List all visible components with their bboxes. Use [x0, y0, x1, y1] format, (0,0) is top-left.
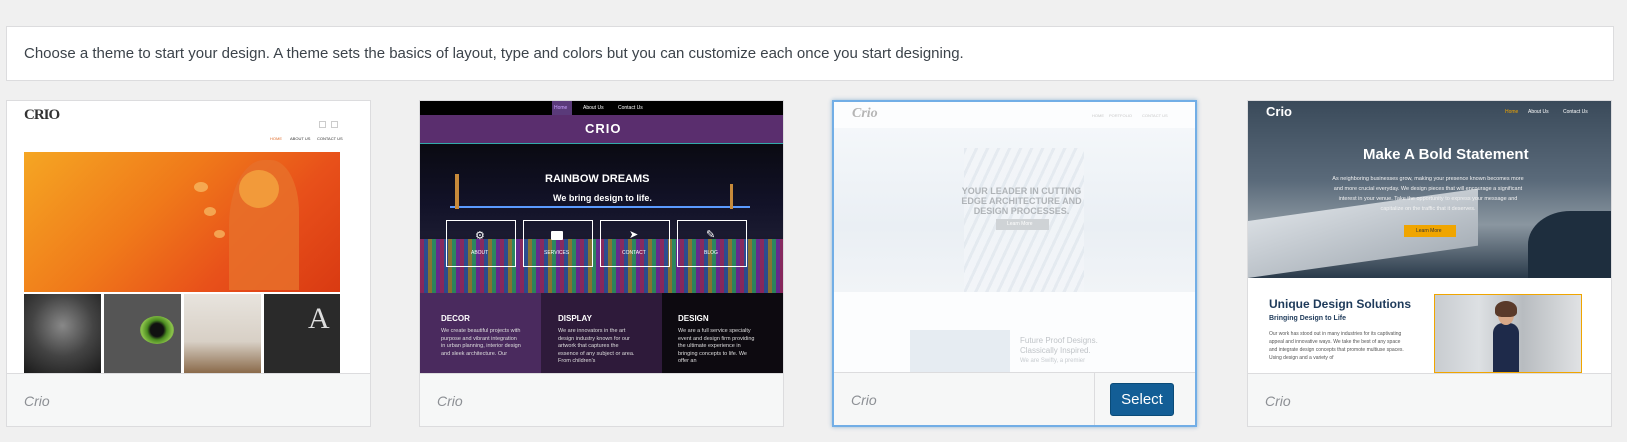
nav-home: Home — [1505, 109, 1519, 115]
hero-button: Learn More — [996, 219, 1049, 230]
column-text: We are a full service specialty event an… — [678, 328, 755, 364]
column-design: DESIGN We are a full service specialty e… — [662, 293, 783, 373]
tile-services: SERVICES — [523, 220, 593, 267]
nav-home: HOME — [270, 136, 282, 141]
gallery-image-dining — [184, 294, 261, 373]
gallery-image-cat — [104, 294, 181, 373]
column-title: DESIGN — [678, 314, 709, 323]
theme-preview-2[interactable]: Home About Us Contact Us CRIO RAINBOW DR… — [420, 101, 783, 373]
hero-image — [24, 152, 340, 292]
theme-card-3[interactable]: Crio HOME PORTFOLIO CONTACT US YOUR LEAD… — [832, 100, 1197, 427]
theme-card-footer: Crio Select — [834, 372, 1195, 425]
hero-button-label: Learn More — [1007, 221, 1033, 227]
section-subtitle: Bringing Design to Life — [1269, 315, 1346, 322]
nav-portfolio: PORTFOLIO — [1109, 113, 1133, 118]
hero-title: YOUR LEADER IN CUTTING EDGE ARCHITECTURE… — [961, 186, 1082, 216]
tile-label: BLOG — [704, 250, 718, 256]
theme-preview-3[interactable]: Crio HOME PORTFOLIO CONTACT US YOUR LEAD… — [834, 102, 1195, 374]
nav-contact: Contact Us — [618, 105, 643, 111]
theme-card-footer: Crio — [420, 373, 783, 426]
nav-about: About Us — [1528, 109, 1549, 115]
hero-subtitle: We bring design to life. — [553, 193, 652, 203]
nav-contact: Contact Us — [1563, 109, 1588, 115]
nav-about: ABOUT US — [290, 136, 311, 141]
theme-card-footer: Crio — [1248, 373, 1611, 426]
nav-contact: CONTACT US — [1142, 113, 1168, 118]
column-title: DECOR — [441, 314, 470, 323]
theme-name: Crio — [24, 393, 50, 409]
tile-contact: ➤ CONTACT — [600, 220, 670, 267]
hero-button: Learn More — [1404, 225, 1456, 237]
theme-notice: Choose a theme to start your design. A t… — [6, 26, 1614, 81]
theme-name: Crio — [437, 393, 463, 409]
notice-text: Choose a theme to start your design. A t… — [24, 45, 964, 62]
gallery-image-letter: A — [264, 294, 340, 373]
tile-label: CONTACT — [622, 250, 646, 256]
column-decor: DECOR We create beautiful projects with … — [420, 293, 541, 373]
theme-card-1[interactable]: CRIO HOME ABOUT US CONTACT US A Crio — [6, 100, 371, 427]
hero-title: RAINBOW DREAMS — [545, 173, 650, 185]
tile-blog: ✎ BLOG — [677, 220, 747, 267]
nav-about: About Us — [583, 105, 604, 111]
gallery-image-headphones — [24, 294, 101, 373]
select-button[interactable]: Select — [1110, 383, 1174, 416]
theme-card-footer: Crio — [7, 373, 370, 426]
social-icon — [331, 121, 338, 128]
column-display: DISPLAY We are innovators in the art des… — [541, 293, 662, 373]
column-text: We create beautiful projects with purpos… — [441, 328, 521, 357]
preview-logo: Crio — [1266, 104, 1292, 119]
footer-divider — [1094, 373, 1095, 425]
hero-text: As neighboring businesses grow, making y… — [1332, 176, 1524, 212]
column-text: We are innovators in the art design indu… — [558, 328, 635, 364]
tile-label: ABOUT — [471, 250, 489, 256]
theme-preview-4[interactable]: Crio Home About Us Contact Us Make A Bol… — [1248, 101, 1611, 373]
feature-text: We are Swifty, a premier — [1020, 358, 1086, 364]
feature-image — [910, 330, 1010, 374]
theme-name: Crio — [851, 392, 877, 408]
preview-logo: CRIO — [585, 121, 622, 136]
feature-title: Future Proof Designs. Classically Inspir… — [1020, 336, 1098, 355]
column-title: DISPLAY — [558, 314, 592, 323]
preview-logo: CRIO — [24, 107, 60, 123]
section-text: Our work has stood out in many industrie… — [1269, 331, 1404, 361]
nav-home: Home — [554, 105, 568, 111]
social-icon — [319, 121, 326, 128]
theme-card-2[interactable]: Home About Us Contact Us CRIO RAINBOW DR… — [419, 100, 784, 427]
tile-label: SERVICES — [544, 250, 570, 256]
tile-about: ⚙ ABOUT — [446, 220, 516, 267]
hero-image-city — [420, 144, 783, 293]
theme-card-4[interactable]: Crio Home About Us Contact Us Make A Bol… — [1247, 100, 1612, 427]
nav-contact: CONTACT US — [317, 136, 343, 141]
preview-logo: Crio — [852, 106, 878, 121]
theme-name: Crio — [1265, 393, 1291, 409]
theme-preview-1[interactable]: CRIO HOME ABOUT US CONTACT US A — [7, 101, 370, 373]
nav-home: HOME — [1092, 113, 1104, 118]
hero-title: Make A Bold Statement — [1363, 146, 1529, 163]
portrait-image — [1434, 294, 1582, 373]
hero-button-label: Learn More — [1416, 228, 1442, 234]
section-title: Unique Design Solutions — [1269, 297, 1412, 311]
